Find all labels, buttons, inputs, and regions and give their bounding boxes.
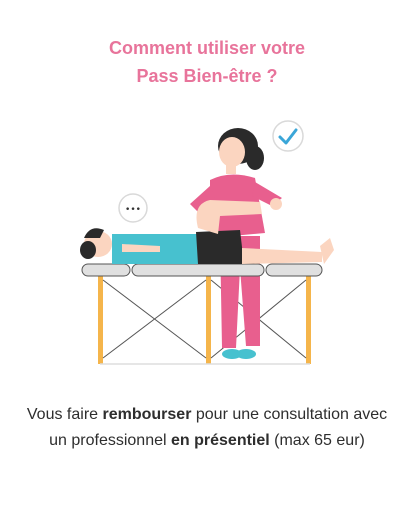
- caption-bold-presentiel: en présentiel: [171, 432, 270, 449]
- title-line-1: Comment utiliser votre: [108, 38, 306, 58]
- check-bubble-icon: [272, 120, 304, 152]
- page-title: Comment utiliser votre Pass Bien-être ?: [0, 34, 414, 90]
- massage-table-legs: [98, 274, 311, 365]
- title-line-2: Pass Bien-être ?: [136, 66, 278, 86]
- physiotherapy-illustration: •••: [80, 120, 334, 365]
- usage-description: Vous faire rembourser pour une consultat…: [20, 402, 394, 454]
- thought-bubble-icon: •••: [118, 193, 148, 223]
- patient-figure: [80, 200, 334, 264]
- caption-text-1: Vous faire: [26, 406, 103, 423]
- caption-text-3: (max 65 eur): [269, 432, 365, 449]
- caption-bold-rembourser: rembourser: [102, 406, 192, 423]
- massage-table-top: [81, 263, 323, 277]
- pass-bien-etre-screen: Comment utiliser votre Pass Bien-être ? …: [0, 0, 414, 518]
- thought-bubble-dots: •••: [125, 205, 141, 215]
